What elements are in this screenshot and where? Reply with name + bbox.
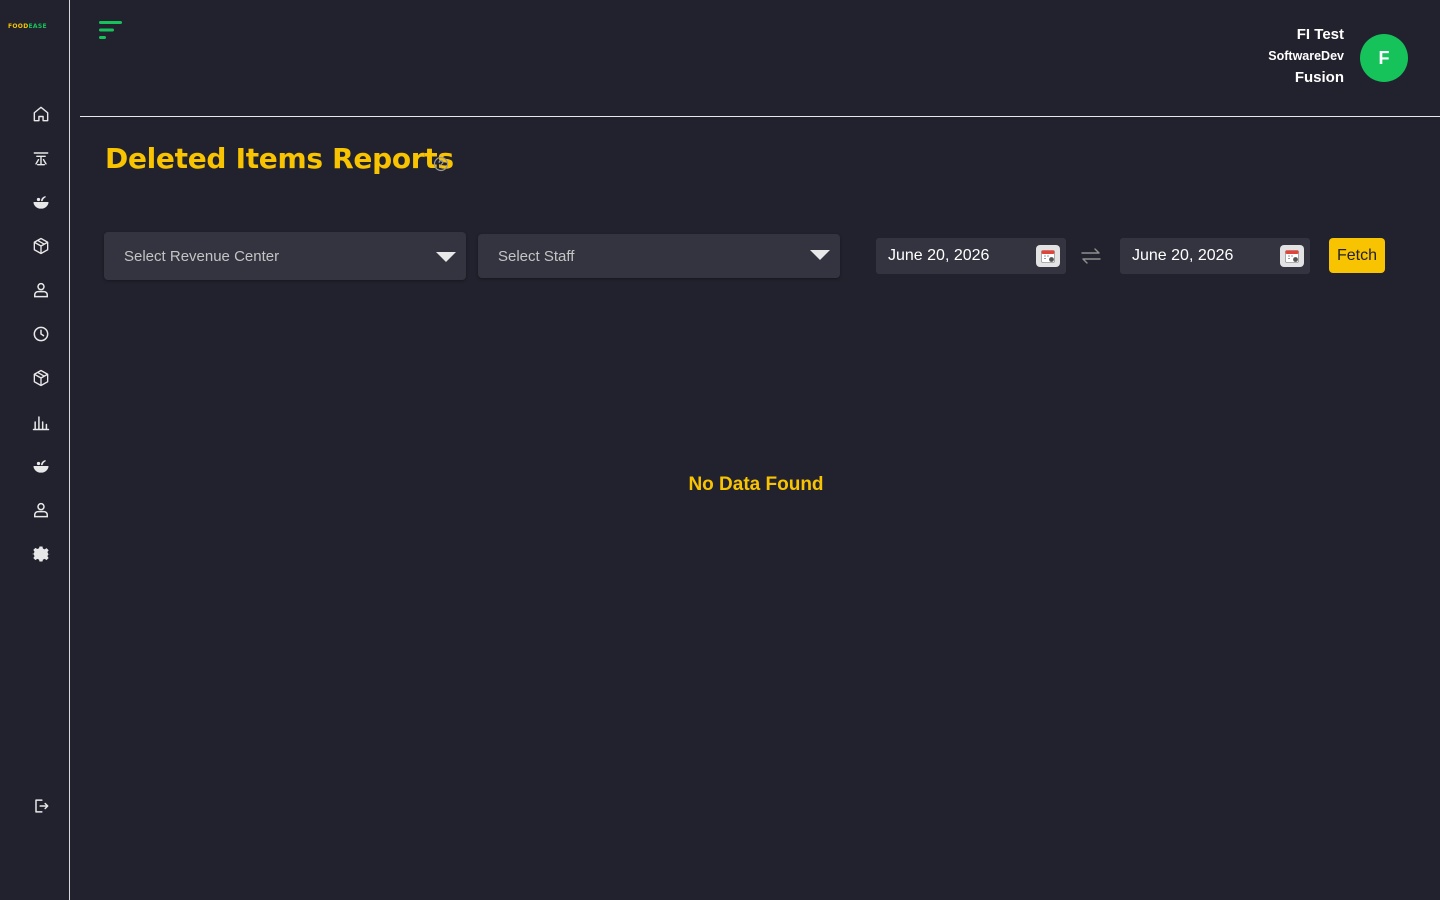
sidebar: FOODEASE — [0, 0, 70, 900]
calendar-icon[interactable] — [1280, 245, 1304, 267]
start-date-field[interactable]: June 20, 2026 — [876, 238, 1066, 274]
home-icon[interactable] — [30, 103, 52, 125]
swap-arrows-icon — [1080, 246, 1102, 266]
page-title: Deleted Items Reports — [105, 142, 454, 175]
staff-icon[interactable] — [30, 499, 52, 521]
clock-icon[interactable] — [30, 323, 52, 345]
chevron-down-icon — [436, 252, 456, 262]
menu-toggle-icon[interactable] — [98, 20, 124, 42]
user-icon[interactable] — [30, 279, 52, 301]
logout-icon[interactable] — [30, 795, 52, 817]
avatar[interactable]: F — [1360, 34, 1408, 82]
revenue-center-select[interactable]: Select Revenue Center — [104, 232, 466, 280]
empty-state-message: No Data Found — [688, 474, 824, 495]
brand-logo[interactable]: FOODEASE — [8, 23, 60, 31]
box-icon[interactable] — [30, 235, 52, 257]
calendar-icon[interactable] — [1036, 245, 1060, 267]
user-name-block: FI Test SoftwareDev Fusion — [1268, 25, 1344, 89]
help-icon[interactable] — [433, 156, 449, 172]
revenue-center-placeholder: Select Revenue Center — [124, 247, 280, 265]
user-name-line1: FI Test — [1296, 26, 1344, 43]
food-icon[interactable] — [30, 191, 52, 213]
logo-text-part1: FOOD — [8, 23, 29, 30]
settings-icon[interactable] — [30, 543, 52, 565]
start-date-value: June 20, 2026 — [888, 247, 990, 264]
end-date-field[interactable]: June 20, 2026 — [1120, 238, 1310, 274]
staff-placeholder: Select Staff — [498, 247, 575, 265]
user-name-line2: SoftwareDev — [1268, 49, 1344, 63]
menu-food-icon[interactable] — [30, 455, 52, 477]
end-date-value: June 20, 2026 — [1132, 247, 1234, 264]
fetch-button[interactable]: Fetch — [1329, 238, 1385, 273]
logo-text-part2: EASE — [28, 23, 47, 30]
chart-icon[interactable] — [30, 411, 52, 433]
avatar-initial: F — [1378, 47, 1390, 68]
chevron-down-icon — [810, 250, 830, 260]
user-name-line3: Fusion — [1294, 69, 1344, 86]
header-divider — [80, 116, 1440, 117]
table-icon[interactable] — [30, 147, 52, 169]
inventory-icon[interactable] — [30, 367, 52, 389]
staff-select[interactable]: Select Staff — [478, 234, 840, 278]
